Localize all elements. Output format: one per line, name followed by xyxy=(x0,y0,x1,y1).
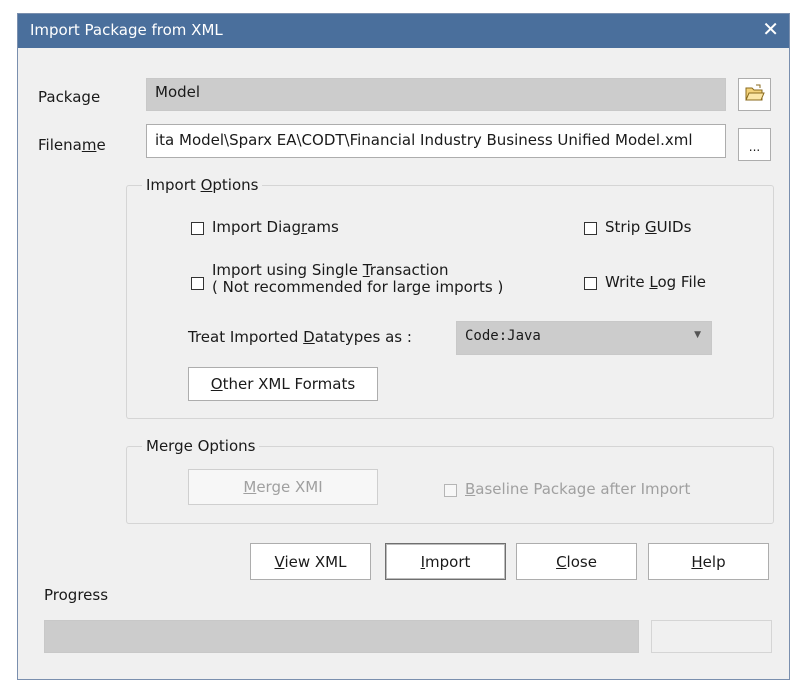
help-button[interactable]: Help xyxy=(648,543,769,580)
filename-input[interactable]: ita Model\Sparx EA\CODT\Financial Indust… xyxy=(146,124,726,158)
filename-value: ita Model\Sparx EA\CODT\Financial Indust… xyxy=(155,131,693,149)
chevron-down-icon: ▼ xyxy=(694,330,701,340)
strip-guids-label[interactable]: Strip GUIDs xyxy=(605,218,691,236)
other-xml-formats-button[interactable]: Other XML Formats xyxy=(188,367,378,401)
other-xml-formats-label: Other XML Formats xyxy=(210,375,356,393)
help-label: Help xyxy=(691,552,726,571)
datatypes-select[interactable]: Code:Java ▼ xyxy=(456,321,712,355)
datatypes-value: Code:Java xyxy=(465,328,541,344)
select-package-button[interactable] xyxy=(738,78,771,111)
merge-options-title: Merge Options xyxy=(142,437,260,455)
merge-xmi-label: Merge XMI xyxy=(243,478,323,496)
folder-open-icon xyxy=(744,84,765,106)
single-transaction-label[interactable]: Import using Single Transaction( Not rec… xyxy=(212,262,503,296)
filename-label: Filename xyxy=(38,136,106,154)
baseline-package-label[interactable]: Baseline Package after Import xyxy=(465,480,690,498)
import-label: Import xyxy=(420,552,471,571)
package-label: Package xyxy=(38,88,101,106)
progress-bar xyxy=(44,620,639,653)
baseline-package-checkbox[interactable] xyxy=(444,484,457,497)
write-log-label[interactable]: Write Log File xyxy=(605,273,706,291)
package-value: Model xyxy=(155,83,201,101)
progress-status-box xyxy=(651,620,772,653)
view-xml-button[interactable]: View XML xyxy=(250,543,371,580)
dialog-window: Import Package from XML ✕ Package Model … xyxy=(17,13,790,680)
browse-button[interactable]: ... xyxy=(738,128,771,161)
import-diagrams-label[interactable]: Import Diagrams xyxy=(212,218,339,236)
single-transaction-checkbox[interactable] xyxy=(191,277,204,290)
window-title: Import Package from XML xyxy=(30,21,223,39)
datatypes-label: Treat Imported Datatypes as : xyxy=(188,328,412,346)
import-diagrams-checkbox[interactable] xyxy=(191,222,204,235)
close-button[interactable]: Close xyxy=(516,543,637,580)
title-bar[interactable]: Import Package from XML ✕ xyxy=(18,14,789,48)
close-label: Close xyxy=(556,552,597,571)
strip-guids-checkbox[interactable] xyxy=(584,222,597,235)
close-icon[interactable]: ✕ xyxy=(762,17,779,41)
write-log-checkbox[interactable] xyxy=(584,277,597,290)
merge-xmi-button[interactable]: Merge XMI xyxy=(188,469,378,505)
progress-label: Progress xyxy=(44,586,109,604)
import-button[interactable]: Import xyxy=(385,543,506,580)
package-field: Model xyxy=(146,78,726,111)
view-xml-label: View XML xyxy=(274,552,347,571)
import-options-title: Import Options xyxy=(142,176,263,194)
browse-label: ... xyxy=(748,140,761,154)
